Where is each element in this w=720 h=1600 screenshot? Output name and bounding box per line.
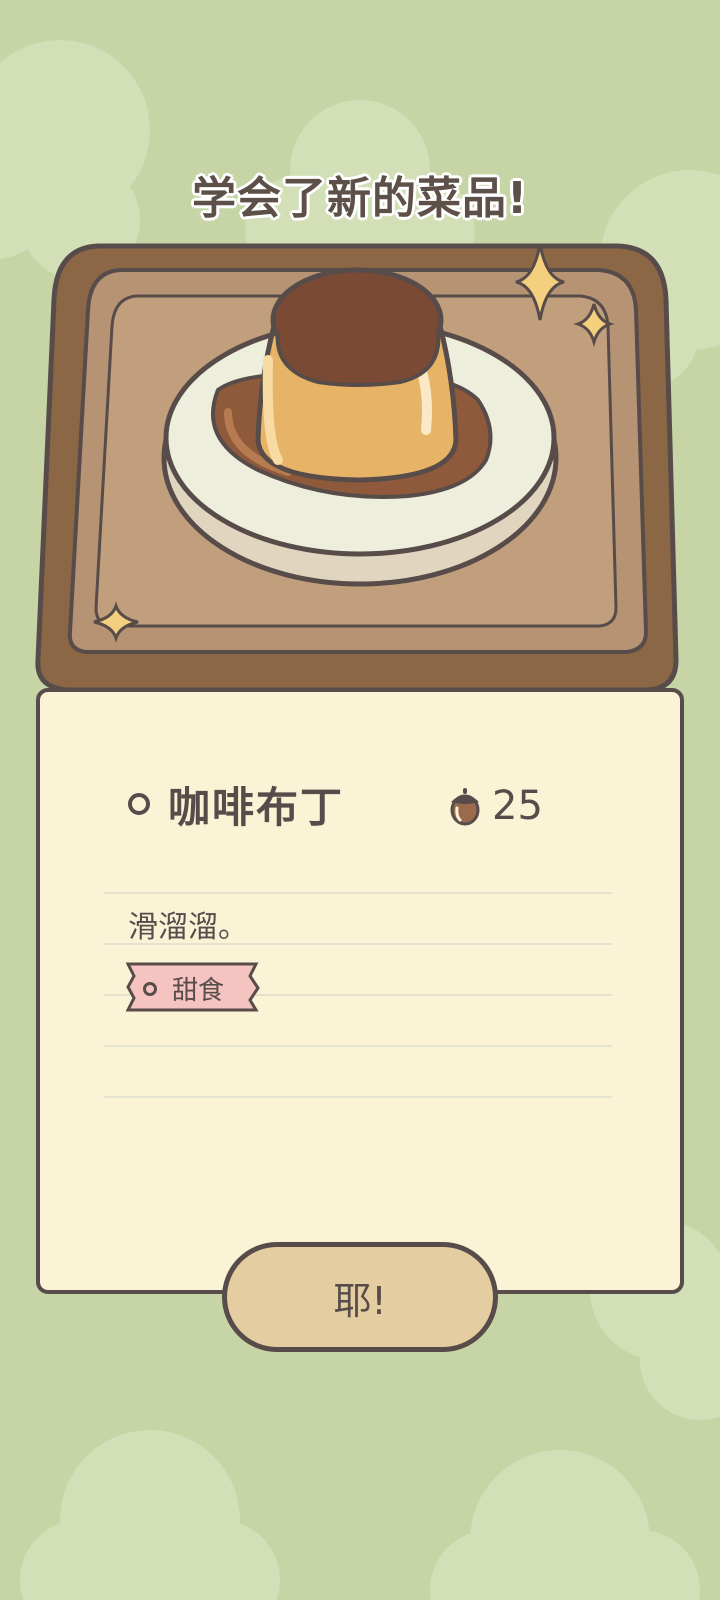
dish-price-row: 25 bbox=[448, 780, 543, 832]
dish-name-row: 咖啡布丁 bbox=[128, 776, 344, 832]
acorn-icon bbox=[450, 788, 480, 826]
ruled-line bbox=[104, 1045, 612, 1047]
bullet-icon bbox=[128, 793, 150, 815]
pudding bbox=[255, 267, 459, 483]
ruled-line bbox=[104, 892, 612, 894]
cloud-blob bbox=[430, 1450, 700, 1600]
ruled-line bbox=[104, 1096, 612, 1098]
dish-price: 25 bbox=[492, 783, 543, 829]
cloud-blob bbox=[20, 1430, 280, 1600]
confirm-button[interactable]: 耶! bbox=[222, 1242, 498, 1352]
dish-illustration bbox=[35, 243, 679, 693]
dish-name: 咖啡布丁 bbox=[168, 782, 345, 832]
tag-bullet-icon bbox=[143, 982, 157, 996]
learned-new-dish-title: 学会了新的菜品! bbox=[191, 173, 529, 224]
dish-category-tag: 甜食 bbox=[126, 962, 260, 1012]
tag-label: 甜食 bbox=[172, 976, 225, 1006]
dish-description: 滑溜溜。 bbox=[128, 910, 248, 945]
